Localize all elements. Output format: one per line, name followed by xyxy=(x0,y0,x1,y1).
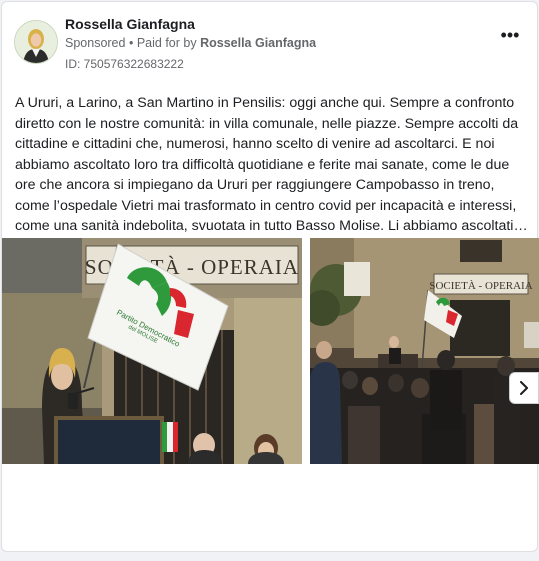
carousel-next-button[interactable] xyxy=(509,372,539,404)
ad-id: ID: 750576322683222 xyxy=(65,57,184,71)
media-image-1[interactable]: SOCIETÀ - OPERAIA Partito Democratico de… xyxy=(2,238,302,464)
post-text: A Ururi, a Larino, a San Martino in Pens… xyxy=(15,95,525,234)
avatar[interactable] xyxy=(14,20,58,64)
sponsored-label: Sponsored xyxy=(65,36,126,50)
author-name[interactable]: Rossella Gianfagna xyxy=(65,16,195,32)
ad-card: Rossella Gianfagna Sponsored • Paid for … xyxy=(1,1,539,552)
more-icon[interactable]: ••• xyxy=(497,26,523,48)
paid-for-prefix: Paid for by xyxy=(136,36,197,50)
meta-separator: • xyxy=(128,36,134,50)
image2-sign-text: SOCIETÀ - OPERAIA xyxy=(429,280,532,292)
paid-for-name[interactable]: Rossella Gianfagna xyxy=(200,36,316,50)
chevron-right-icon xyxy=(520,381,528,395)
media-image-2[interactable]: SOCIETÀ - OPERAIA xyxy=(310,238,539,464)
sponsored-line: Sponsored • Paid for by Rossella Gianfag… xyxy=(65,36,316,50)
